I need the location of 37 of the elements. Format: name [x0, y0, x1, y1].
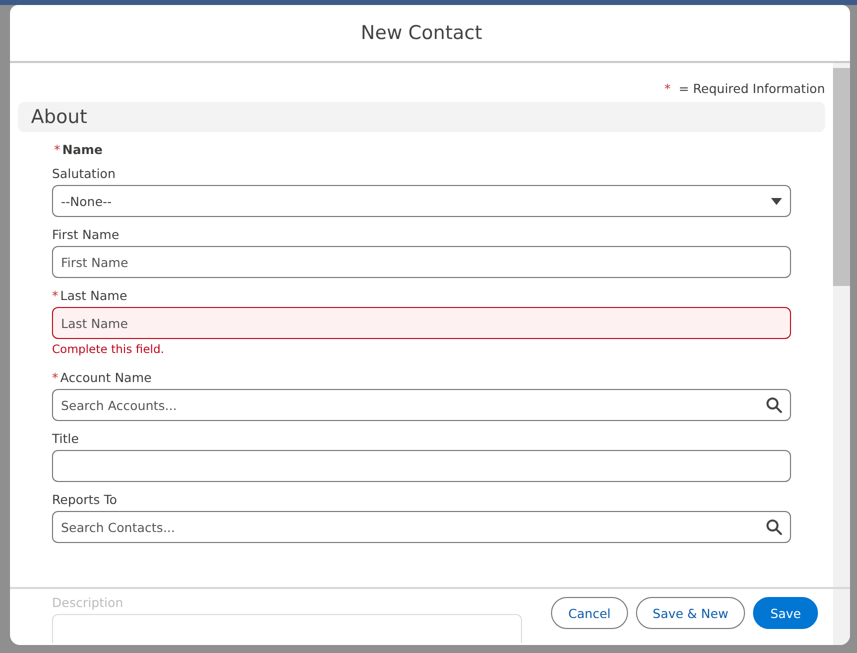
search-icon [766, 397, 782, 413]
field-label: Reports To [52, 492, 118, 507]
input-field[interactable] [52, 450, 791, 482]
input-field[interactable]: Last Name [52, 307, 791, 339]
footer-button[interactable]: Save & New [636, 597, 746, 629]
field-label: Last Name [60, 288, 128, 303]
required-asterisk: * [52, 370, 58, 385]
search-field[interactable]: Search Contacts... [52, 511, 791, 543]
required-asterisk: * [52, 288, 58, 303]
search-icon [766, 519, 782, 535]
modal-title: New Contact [360, 22, 482, 44]
placeholder-text: Search Accounts... [61, 398, 177, 412]
required-asterisk: * [664, 81, 671, 96]
scrollbar-track [833, 589, 850, 645]
scrollbar[interactable] [833, 63, 850, 587]
field-label: First Name [52, 227, 120, 242]
scrollbar-thumb[interactable] [833, 68, 850, 286]
select-value: --None-- [61, 194, 112, 208]
field-label: Account Name [60, 370, 152, 385]
required-note: = Required Information [678, 81, 825, 96]
field-group-label: Name [62, 142, 103, 157]
field-label: Salutation [52, 166, 116, 181]
placeholder-text: First Name [61, 254, 128, 270]
save-button[interactable]: Save [753, 597, 818, 629]
placeholder-text: Search Contacts... [61, 520, 175, 534]
section-title: About [31, 106, 88, 128]
search-field[interactable]: Search Accounts... [52, 389, 791, 421]
required-asterisk: * [54, 142, 60, 157]
caret-icon [771, 198, 782, 204]
field-label: Title [52, 431, 79, 446]
placeholder-text: Last Name [61, 316, 128, 330]
input-field[interactable]: First Name [52, 246, 791, 278]
error-message: Complete this field. [52, 342, 166, 356]
textarea-field[interactable] [52, 614, 522, 643]
select-field[interactable]: --None-- [52, 185, 791, 217]
field-label: Description [52, 595, 124, 610]
footer-button[interactable]: Cancel [551, 597, 628, 629]
